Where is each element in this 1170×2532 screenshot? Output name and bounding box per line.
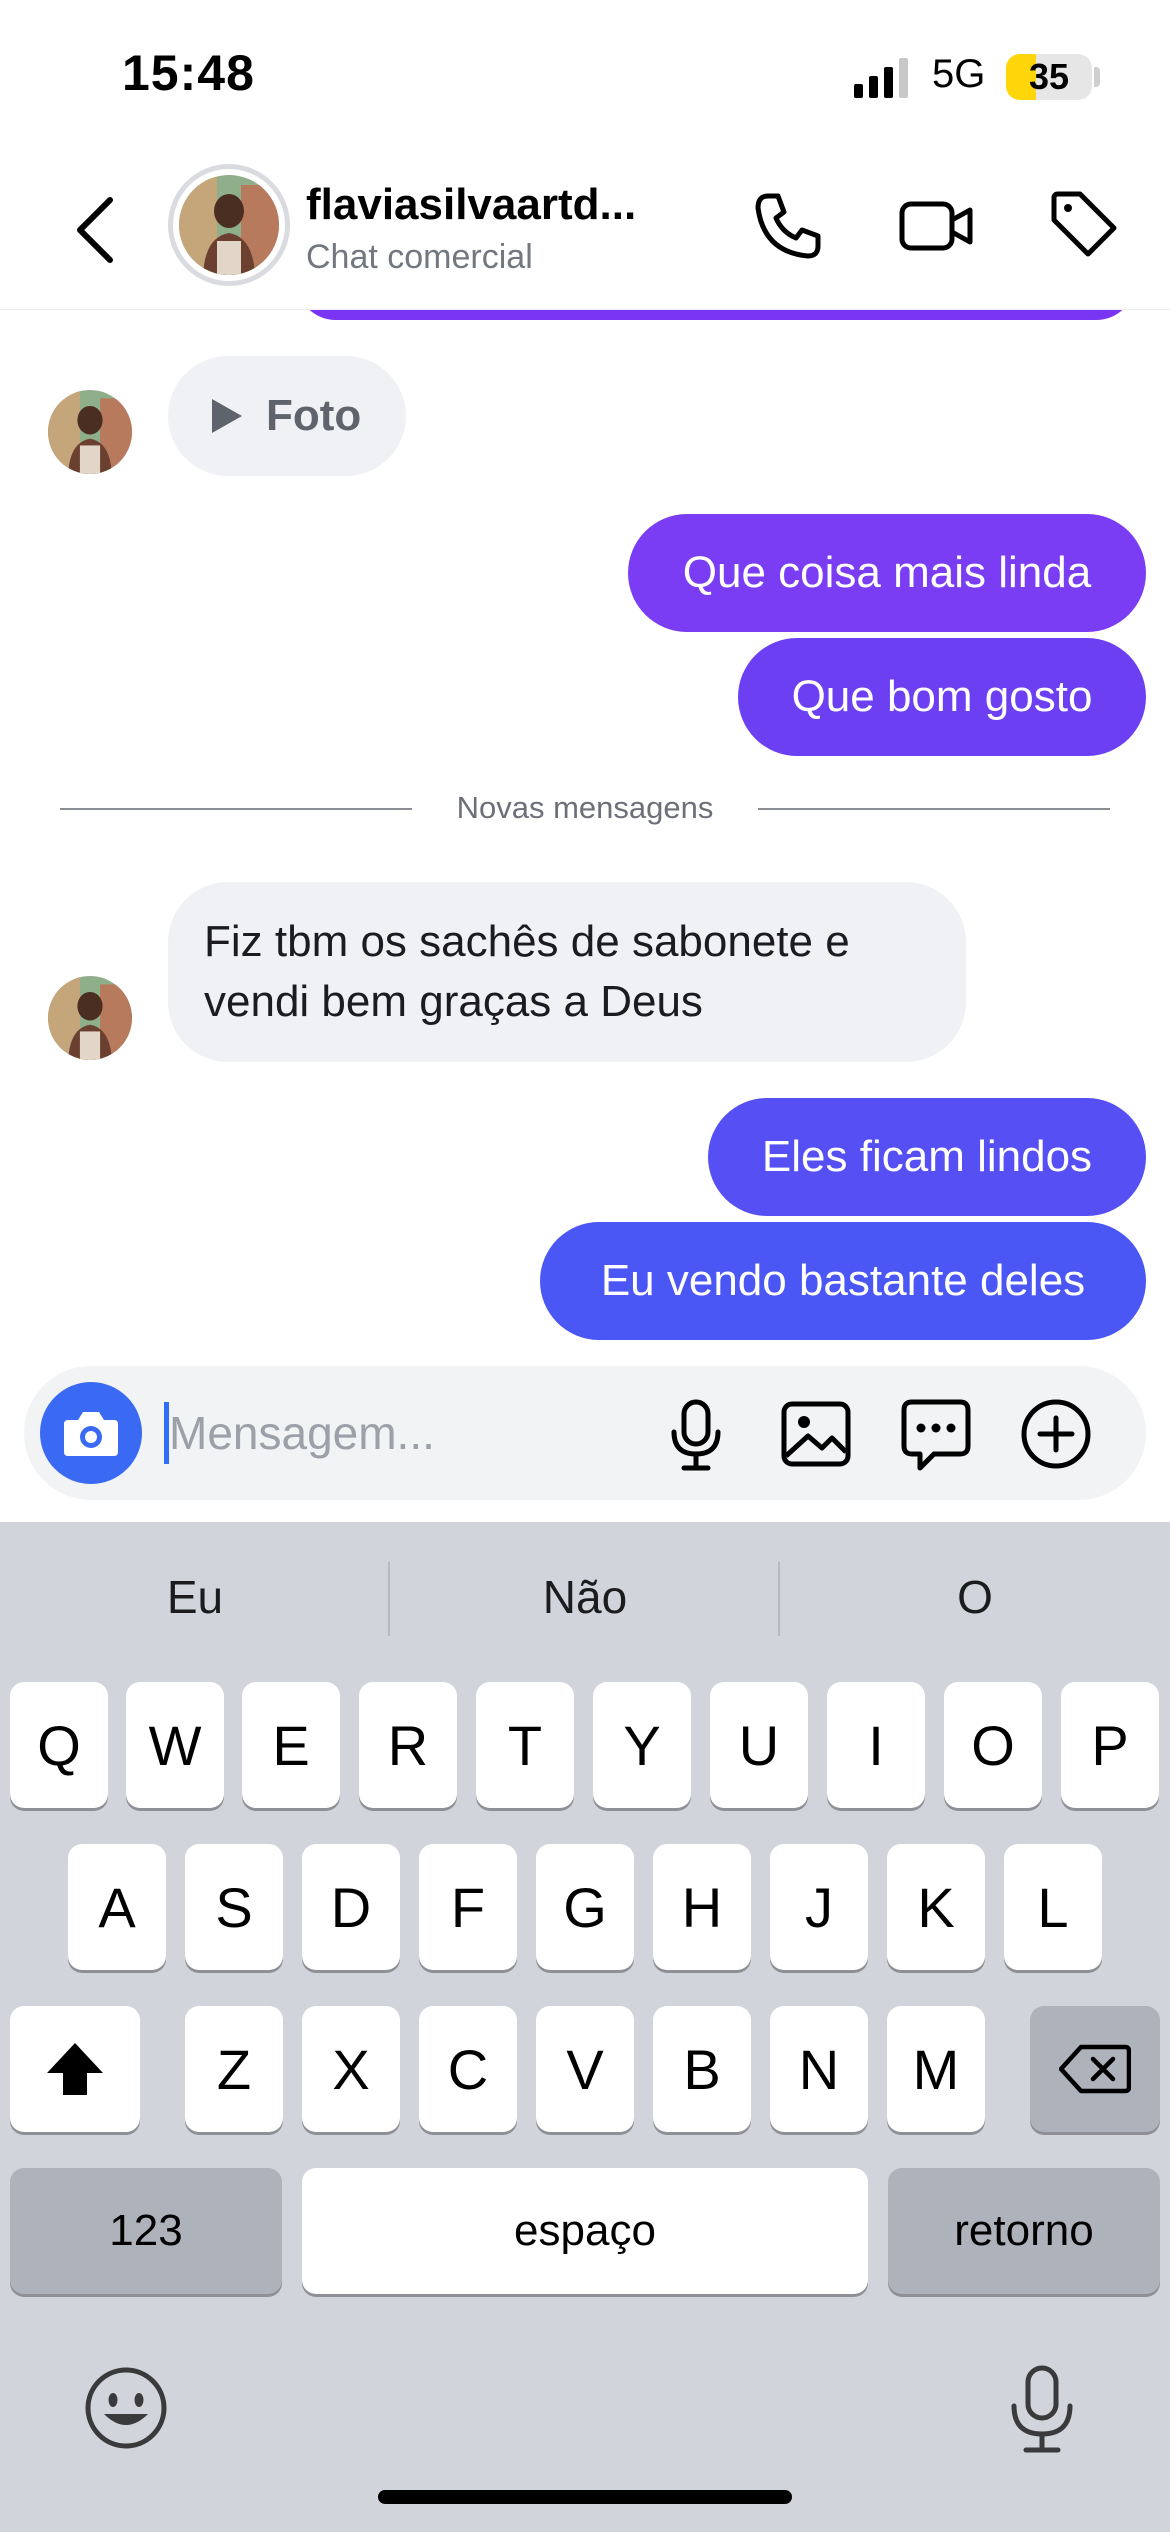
battery-icon: 35	[1006, 54, 1092, 100]
new-messages-divider: Novas mensagens	[456, 790, 714, 825]
message-composer	[24, 1366, 1146, 1500]
cellular-signal-icon	[854, 58, 908, 98]
key-i[interactable]: I	[827, 1682, 925, 1808]
shift-icon	[47, 2043, 103, 2095]
space-key[interactable]: espaço	[302, 2168, 868, 2294]
outgoing-message[interactable]: Eles ficam lindos	[708, 1098, 1146, 1216]
keyboard: Eu Não O Q W E R T Y U I O P A S D F G H…	[0, 1522, 1170, 2532]
divider-line-right	[758, 808, 1110, 810]
key-q[interactable]: Q	[10, 1682, 108, 1808]
key-o[interactable]: O	[944, 1682, 1042, 1808]
key-s[interactable]: S	[185, 1844, 283, 1970]
microphone-icon[interactable]	[654, 1392, 738, 1476]
home-indicator	[378, 2490, 792, 2504]
key-u[interactable]: U	[710, 1682, 808, 1808]
key-y[interactable]: Y	[593, 1682, 691, 1808]
avatar-image	[179, 175, 279, 275]
camera-icon	[64, 1412, 118, 1456]
key-e[interactable]: E	[242, 1682, 340, 1808]
key-r[interactable]: R	[359, 1682, 457, 1808]
camera-button[interactable]	[40, 1382, 142, 1484]
battery-level: 35	[1028, 56, 1070, 97]
video-camera-icon[interactable]	[896, 186, 976, 266]
network-type: 5G	[932, 52, 986, 96]
key-l[interactable]: L	[1004, 1844, 1102, 1970]
outgoing-message[interactable]: Que bom gosto	[738, 638, 1146, 756]
phone-icon[interactable]	[748, 186, 828, 266]
shift-key[interactable]	[10, 2006, 140, 2132]
key-f[interactable]: F	[419, 1844, 517, 1970]
status-bar: 15:48 5G 35	[0, 0, 1170, 150]
emoji-icon[interactable]	[82, 2364, 170, 2452]
key-c[interactable]: C	[419, 2006, 517, 2132]
key-v[interactable]: V	[536, 2006, 634, 2132]
key-x[interactable]: X	[302, 2006, 400, 2132]
key-p[interactable]: P	[1061, 1682, 1159, 1808]
status-time: 15:48	[122, 45, 255, 101]
key-n[interactable]: N	[770, 2006, 868, 2132]
battery-cap	[1094, 67, 1100, 87]
key-t[interactable]: T	[476, 1682, 574, 1808]
numbers-key[interactable]: 123	[10, 2168, 282, 2294]
return-key[interactable]: retorno	[888, 2168, 1160, 2294]
key-a[interactable]: A	[68, 1844, 166, 1970]
contact-avatar[interactable]	[168, 164, 290, 286]
message-input[interactable]	[169, 1396, 649, 1470]
outgoing-message[interactable]: Que coisa mais linda	[628, 514, 1146, 632]
backspace-icon	[1059, 2044, 1131, 2094]
tag-icon[interactable]	[1044, 186, 1124, 266]
photo-label: Foto	[266, 391, 362, 440]
key-k[interactable]: K	[887, 1844, 985, 1970]
contact-name[interactable]: flaviasilvaartd...	[306, 180, 686, 230]
key-g[interactable]: G	[536, 1844, 634, 1970]
sticker-icon[interactable]	[894, 1392, 978, 1476]
chat-header: flaviasilvaartd... Chat comercial	[0, 150, 1170, 310]
play-icon	[212, 399, 242, 433]
key-w[interactable]: W	[126, 1682, 224, 1808]
sender-avatar	[48, 390, 132, 474]
photo-message[interactable]: Foto	[168, 356, 406, 476]
key-j[interactable]: J	[770, 1844, 868, 1970]
plus-icon[interactable]	[1014, 1392, 1098, 1476]
suggestion[interactable]: O	[780, 1570, 1170, 1624]
key-b[interactable]: B	[653, 2006, 751, 2132]
suggestion[interactable]: Não	[390, 1570, 780, 1624]
divider-line-left	[60, 808, 412, 810]
chat-type-label: Chat comercial	[306, 238, 533, 276]
dictation-icon[interactable]	[996, 2362, 1088, 2456]
message-line: vendi bem graças a Deus	[204, 977, 703, 1026]
incoming-message[interactable]: Fiz tbm os sachês de sabonete e vendi be…	[168, 882, 966, 1062]
outgoing-message[interactable]: Eu vendo bastante deles	[540, 1222, 1146, 1340]
back-chevron-icon[interactable]	[66, 190, 126, 270]
key-z[interactable]: Z	[185, 2006, 283, 2132]
gallery-icon[interactable]	[774, 1392, 858, 1476]
backspace-key[interactable]	[1030, 2006, 1160, 2132]
key-h[interactable]: H	[653, 1844, 751, 1970]
suggestion[interactable]: Eu	[0, 1570, 390, 1624]
key-m[interactable]: M	[887, 2006, 985, 2132]
sender-avatar	[48, 976, 132, 1060]
message-line: Fiz tbm os sachês de sabonete e	[204, 917, 850, 966]
key-d[interactable]: D	[302, 1844, 400, 1970]
